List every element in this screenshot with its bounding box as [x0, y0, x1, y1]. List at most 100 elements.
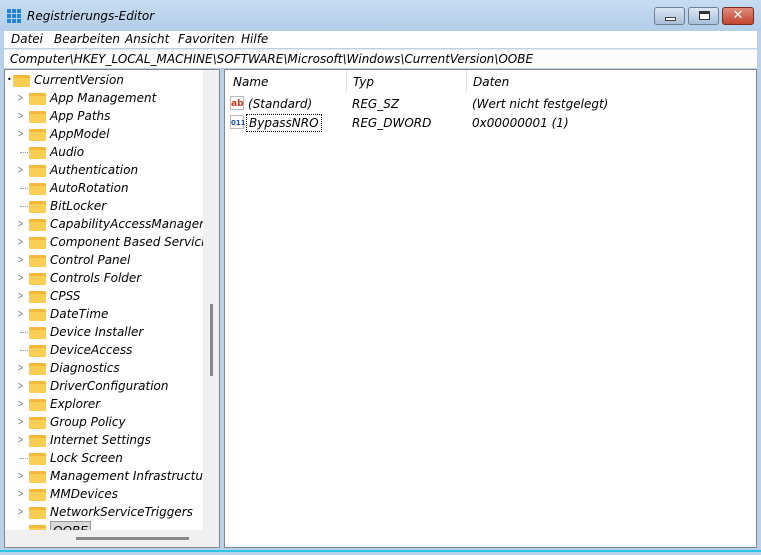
- tree-label: Authentication: [50, 163, 139, 177]
- tree-vertical-scrollbar[interactable]: [210, 304, 213, 376]
- chevron-right-icon[interactable]: >: [17, 305, 23, 323]
- tree-label: CapabilityAccessManager: [50, 217, 203, 231]
- chevron-right-icon[interactable]: >: [17, 251, 23, 269]
- folder-icon: [29, 147, 46, 159]
- folder-icon: [13, 75, 30, 87]
- tree-view[interactable]: • CurrentVersion > App Management > App Pat…: [5, 70, 203, 530]
- chevron-right-icon[interactable]: >: [17, 503, 23, 521]
- expanded-marker-icon: •: [7, 75, 12, 84]
- chevron-right-icon[interactable]: >: [17, 395, 23, 413]
- string-value-icon: ab: [230, 96, 244, 110]
- maximize-button[interactable]: [688, 7, 719, 25]
- chevron-right-icon[interactable]: >: [17, 377, 23, 395]
- folder-icon: [29, 111, 46, 123]
- menu-bearbeiten[interactable]: Bearbeiten: [54, 31, 120, 48]
- menu-hilfe[interactable]: Hilfe: [241, 31, 268, 48]
- value-name: BypassNRO: [246, 114, 322, 132]
- value-data: (Wert nicht festgelegt): [472, 97, 609, 111]
- tree-label: Device Installer: [50, 325, 144, 339]
- value-type: REG_DWORD: [352, 116, 432, 130]
- tree-label: MMDevices: [50, 487, 118, 501]
- close-button[interactable]: ✕: [722, 7, 754, 25]
- tree-label: Component Based Servicing: [50, 235, 203, 249]
- folder-icon: [29, 327, 46, 339]
- folder-icon: [29, 309, 46, 321]
- folder-icon: [29, 489, 46, 501]
- tree-label: NetworkServiceTriggers: [50, 505, 193, 519]
- minimize-icon: [665, 17, 676, 21]
- chevron-right-icon[interactable]: >: [17, 485, 23, 503]
- tree-label: BitLocker: [50, 199, 107, 213]
- folder-icon: [29, 129, 46, 141]
- chevron-right-icon[interactable]: >: [17, 269, 23, 287]
- window-title: Registrierungs-Editor: [27, 9, 155, 23]
- folder-icon: [29, 471, 46, 483]
- chevron-right-icon[interactable]: >: [17, 431, 23, 449]
- tree-label: Internet Settings: [50, 433, 151, 447]
- folder-icon: [29, 273, 46, 285]
- key-tree-pane[interactable]: • CurrentVersion > App Management > App Pat…: [4, 69, 220, 548]
- tree-connector: [20, 458, 28, 459]
- tree-label: DeviceAccess: [50, 343, 133, 357]
- tree-label: AppModel: [50, 127, 110, 141]
- tree-label: Group Policy: [50, 415, 126, 429]
- dword-value-icon: 011: [230, 115, 246, 129]
- folder-icon: [29, 525, 46, 530]
- folder-icon: [29, 381, 46, 393]
- chevron-right-icon[interactable]: >: [17, 161, 23, 179]
- address-bar[interactable]: Computer\HKEY_LOCAL_MACHINE\SOFTWARE\Mic…: [4, 49, 757, 68]
- folder-icon: [29, 201, 46, 213]
- tree-connector: [20, 332, 28, 333]
- tree-label: AutoRotation: [50, 181, 129, 195]
- tree-label: CPSS: [50, 289, 81, 303]
- menu-bar: Datei Bearbeiten Ansicht Favoriten Hilfe: [4, 31, 757, 48]
- tree-label: CurrentVersion: [34, 73, 124, 87]
- values-list-pane[interactable]: Name Typ Daten ab (Standard) REG_SZ (Wer…: [224, 69, 757, 548]
- folder-icon: [29, 399, 46, 411]
- tree-label: DateTime: [50, 307, 109, 321]
- folder-icon: [29, 363, 46, 375]
- column-header-name[interactable]: Name: [225, 70, 268, 92]
- regedit-app-icon: [7, 9, 21, 23]
- tree-label: Controls Folder: [50, 271, 142, 285]
- tree-label: Explorer: [50, 397, 101, 411]
- menu-favoriten[interactable]: Favoriten: [178, 31, 235, 48]
- chevron-right-icon[interactable]: >: [17, 233, 23, 251]
- folder-icon: [29, 417, 46, 429]
- tree-label: Control Panel: [50, 253, 131, 267]
- chevron-right-icon[interactable]: >: [17, 215, 23, 233]
- menu-ansicht[interactable]: Ansicht: [125, 31, 169, 48]
- folder-icon: [29, 507, 46, 519]
- value-type: REG_SZ: [352, 97, 400, 111]
- chevron-right-icon[interactable]: >: [17, 359, 23, 377]
- folder-icon: [29, 255, 46, 267]
- column-header-daten[interactable]: Daten: [465, 70, 509, 92]
- tree-label: Audio: [50, 145, 85, 159]
- folder-icon: [29, 435, 46, 447]
- chevron-right-icon[interactable]: >: [17, 89, 23, 107]
- chevron-right-icon[interactable]: >: [17, 107, 23, 125]
- chevron-right-icon[interactable]: >: [17, 467, 23, 485]
- tree-horizontal-scrollbar[interactable]: [76, 537, 189, 540]
- chevron-right-icon[interactable]: >: [17, 287, 23, 305]
- minimize-button[interactable]: [654, 7, 685, 25]
- maximize-icon: [699, 11, 710, 20]
- tree-label: Management Infrastructure: [50, 469, 203, 483]
- chevron-right-icon[interactable]: >: [17, 125, 23, 143]
- chevron-right-icon[interactable]: >: [17, 413, 23, 431]
- column-header-typ[interactable]: Typ: [345, 70, 374, 92]
- tree-label: DriverConfiguration: [50, 379, 169, 393]
- folder-icon: [29, 93, 46, 105]
- tree-connector: [20, 206, 28, 207]
- tree-connector: [20, 188, 28, 189]
- tree-label: OOBE: [50, 521, 91, 530]
- address-path[interactable]: Computer\HKEY_LOCAL_MACHINE\SOFTWARE\Mic…: [10, 52, 533, 66]
- folder-icon: [29, 453, 46, 465]
- menu-datei[interactable]: Datei: [11, 31, 43, 48]
- tree-connector: [20, 350, 28, 351]
- tree-label: Diagnostics: [50, 361, 120, 375]
- tree-label: App Paths: [50, 109, 111, 123]
- tree-label: Lock Screen: [50, 451, 123, 465]
- folder-icon: [29, 237, 46, 249]
- folder-icon: [29, 291, 46, 303]
